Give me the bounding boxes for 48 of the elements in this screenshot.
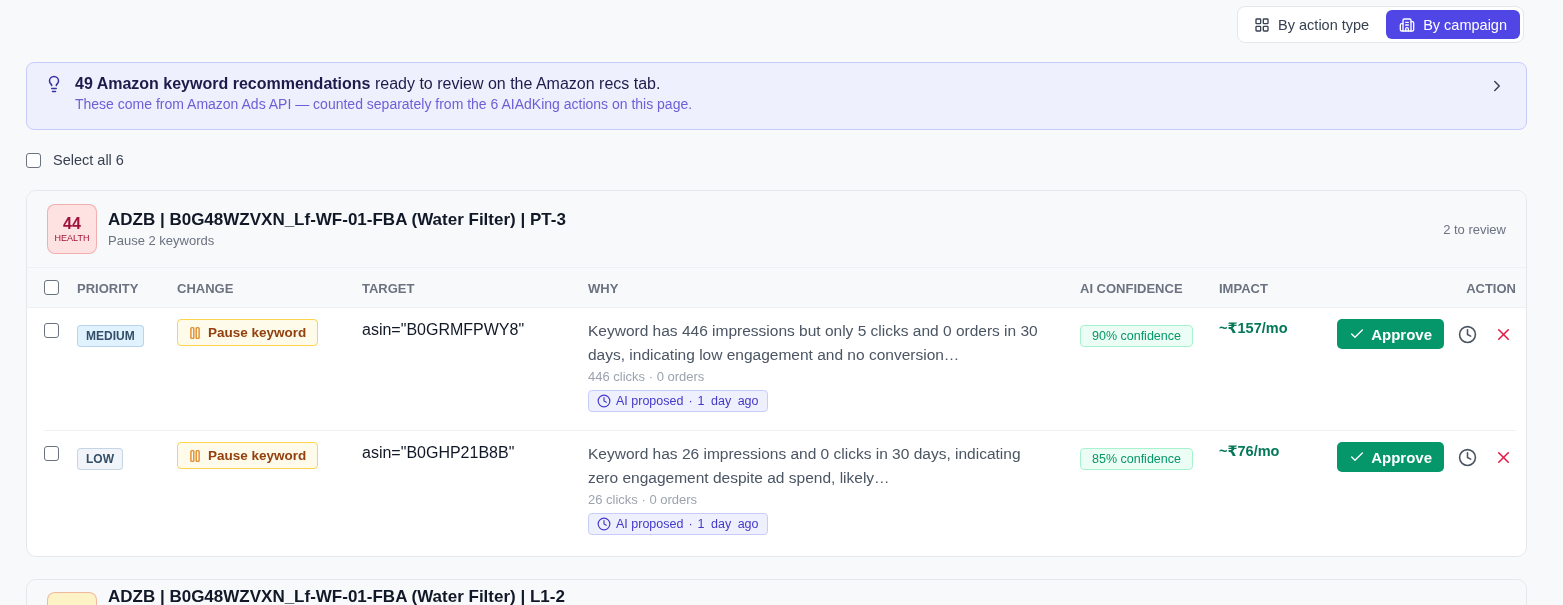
view-tab[interactable]: By action type <box>1241 10 1383 39</box>
column-header: AI CONFIDENCE <box>1080 268 1219 308</box>
health-badge: 44 HEALTH <box>47 204 97 254</box>
priority-badge: MEDIUM <box>77 325 144 347</box>
campaign-title: ADZB | B0G48WZVXN_Lf-WF-01-FBA (Water Filter) | L1-2 <box>108 587 566 605</box>
campaign-title: ADZB | B0G48WZVXN_Lf-WF-01-FBA (Water Filter) | PT-3 <box>108 210 567 230</box>
pause-icon <box>188 325 202 340</box>
select-all-label: Select all 6 <box>53 152 124 168</box>
approve-button[interactable]: Approve <box>1337 319 1444 349</box>
column-header: WHY <box>588 268 1080 308</box>
clock-icon <box>1458 448 1477 467</box>
impact-value: ~₹76/mo <box>1219 443 1280 459</box>
checkbox[interactable] <box>44 446 59 461</box>
approve-button[interactable]: Approve <box>1337 442 1444 472</box>
reason-text: Keyword has 26 impressions and 0 clicks in 30 days, indicating zero engagement despite ad spend, likely… <box>588 444 1022 488</box>
review-count: 2 to review <box>1443 221 1506 237</box>
clock-icon <box>597 517 611 531</box>
confidence-badge: 90% confidence <box>1080 325 1193 347</box>
info-banner[interactable]: 49 Amazon keyword recommendations ready to review on the Amazon recs tab. These come from Amazon Ads API — counted separately from the 6 AIAdKing actions on this page. <box>26 62 1527 130</box>
confidence-badge: 85% confidence <box>1080 448 1193 470</box>
impact-value: ~₹157/mo <box>1219 320 1288 336</box>
building-icon <box>1399 16 1416 33</box>
change-tag: Pause keyword <box>177 442 319 469</box>
column-header: IMPACT <box>1219 268 1338 308</box>
reason-text: Keyword has 446 impressions but only 5 clicks and 0 orders in 30 days, indicating low engagement and no conversion… <box>588 321 1039 365</box>
pause-icon <box>188 448 202 463</box>
banner-headline: 49 Amazon keyword recommendations ready to review on the Amazon recs tab. <box>75 75 662 93</box>
checkbox[interactable] <box>26 152 41 168</box>
grid-icon <box>1254 16 1271 33</box>
clock-icon <box>1458 325 1477 344</box>
banner-note: These come from Amazon Ads API — counted separately from the 6 AIAdKing actions on this page. <box>75 96 694 112</box>
ai-proposed-tag: AI proposed · 1 day ago <box>588 513 768 535</box>
column-header: CHANGE <box>177 268 362 308</box>
priority-badge: LOW <box>77 448 123 470</box>
stats-text: 446 clicks · 0 orders <box>588 369 706 384</box>
change-tag: Pause keyword <box>177 319 319 346</box>
target-text: asin="B0GRMFPWY8" <box>362 321 525 339</box>
stats-text: 26 clicks · 0 orders <box>588 492 699 507</box>
checkbox[interactable] <box>44 323 59 338</box>
column-header: ACTION <box>1337 268 1526 308</box>
target-text: asin="B0GHP21B8B" <box>362 444 515 462</box>
column-header: PRIORITY <box>77 268 177 308</box>
column-header: TARGET <box>362 268 588 308</box>
clock-icon <box>597 394 611 408</box>
checkbox[interactable] <box>44 280 59 295</box>
view-tab[interactable]: By campaign <box>1386 10 1520 39</box>
ai-proposed-tag: AI proposed · 1 day ago <box>588 390 768 412</box>
campaign-subtitle: Pause 2 keywords <box>108 233 216 248</box>
